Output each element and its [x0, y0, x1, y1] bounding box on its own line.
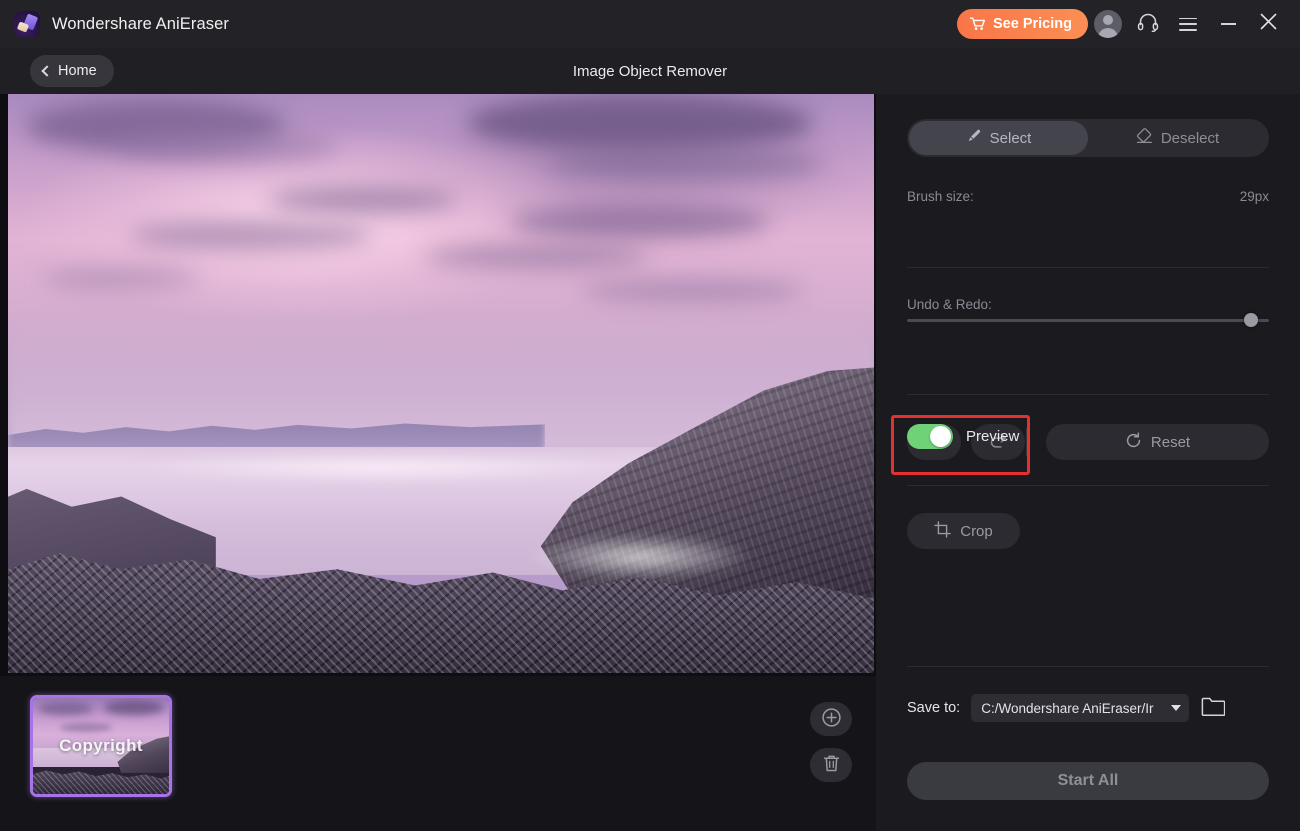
trash-delete-icon	[823, 754, 840, 776]
start-all-label: Start All	[1058, 772, 1119, 790]
thumbnail-item[interactable]: Copyright	[30, 695, 172, 797]
slider-handle[interactable]	[1244, 313, 1258, 327]
crop-label: Crop	[960, 523, 993, 540]
app-logo	[14, 11, 40, 37]
account-button[interactable]	[1088, 4, 1128, 44]
chevron-down-icon	[1171, 705, 1181, 711]
brush-size-label: Brush size:	[907, 189, 974, 204]
brush-icon	[966, 128, 982, 148]
app-title: Wondershare AniEraser	[52, 15, 229, 34]
headset-support-icon	[1137, 12, 1159, 37]
reset-button[interactable]: Reset	[1046, 424, 1269, 460]
save-to-label: Save to:	[907, 700, 960, 716]
select-mode-toggle-group[interactable]: Select Deselect	[907, 119, 1269, 157]
reset-label: Reset	[1151, 434, 1190, 451]
browse-folder-button[interactable]	[1200, 695, 1226, 721]
preview-image[interactable]	[8, 94, 874, 673]
chevron-left-icon	[41, 65, 52, 76]
folder-browse-icon	[1201, 696, 1225, 720]
thumbnail-strip: Copyright	[0, 676, 876, 831]
deselect-mode-button[interactable]: Deselect	[1088, 121, 1267, 155]
tools-panel: Select Deselect Brush size: 29px Undo & …	[876, 94, 1300, 831]
undo-redo-row: Undo & Redo:	[907, 297, 1269, 312]
title-bar-actions: See Pricing	[957, 4, 1300, 44]
crop-button[interactable]: Crop	[907, 513, 1020, 549]
delete-image-button[interactable]	[810, 748, 852, 782]
divider-save	[907, 666, 1269, 667]
save-to-row: Save to: C:/Wondershare AniEraser/Ir	[907, 694, 1269, 722]
divider-brush	[907, 267, 1269, 268]
thumbnail-watermark-text: Copyright	[33, 736, 169, 756]
eraser-icon	[1136, 128, 1153, 148]
page-title: Image Object Remover	[0, 48, 1300, 94]
eraser-logo-icon	[14, 11, 40, 37]
menu-button[interactable]	[1168, 4, 1208, 44]
save-path-dropdown[interactable]: C:/Wondershare AniEraser/Ir	[971, 694, 1189, 722]
toggle-knob	[930, 426, 951, 447]
preview-toggle[interactable]	[907, 424, 953, 449]
cart-icon	[970, 17, 986, 31]
preview-label: Preview	[966, 428, 1019, 445]
account-avatar-icon	[1094, 10, 1122, 38]
brush-size-value: 29px	[1240, 189, 1269, 204]
sub-header: Image Object Remover Home	[0, 48, 1300, 94]
support-button[interactable]	[1128, 4, 1168, 44]
slider-track	[907, 319, 1269, 322]
select-mode-label: Select	[990, 130, 1032, 147]
undo-redo-label: Undo & Redo:	[907, 297, 992, 312]
strip-actions	[810, 702, 852, 782]
image-canvas[interactable]: − 100% +	[0, 94, 876, 676]
undo-reset-separator	[1026, 428, 1027, 456]
preview-toggle-row[interactable]: Preview	[907, 424, 1019, 449]
home-button-label: Home	[58, 63, 97, 79]
brush-size-row: Brush size: 29px	[907, 189, 1269, 204]
deselect-mode-label: Deselect	[1161, 130, 1219, 147]
aniEraser-window: Wondershare AniEraser See Pricing	[0, 0, 1300, 831]
save-path-value: C:/Wondershare AniEraser/Ir	[981, 701, 1165, 716]
divider-preview	[907, 485, 1269, 486]
divider-undo	[907, 394, 1269, 395]
close-button[interactable]	[1248, 4, 1288, 44]
start-all-button[interactable]: Start All	[907, 762, 1269, 800]
reset-circular-arrow-icon	[1125, 432, 1142, 453]
brush-size-slider[interactable]	[907, 313, 1269, 327]
crop-icon	[934, 521, 951, 542]
home-button[interactable]: Home	[30, 55, 114, 87]
add-image-button[interactable]	[810, 702, 852, 736]
minimize-icon	[1221, 23, 1236, 25]
see-pricing-label: See Pricing	[993, 16, 1072, 32]
select-mode-button[interactable]: Select	[909, 121, 1088, 155]
plus-add-image-icon	[822, 708, 841, 730]
see-pricing-button[interactable]: See Pricing	[957, 9, 1088, 39]
title-bar: Wondershare AniEraser See Pricing	[0, 0, 1300, 48]
close-icon	[1260, 13, 1277, 35]
minimize-button[interactable]	[1208, 4, 1248, 44]
hamburger-menu-icon	[1179, 18, 1197, 31]
